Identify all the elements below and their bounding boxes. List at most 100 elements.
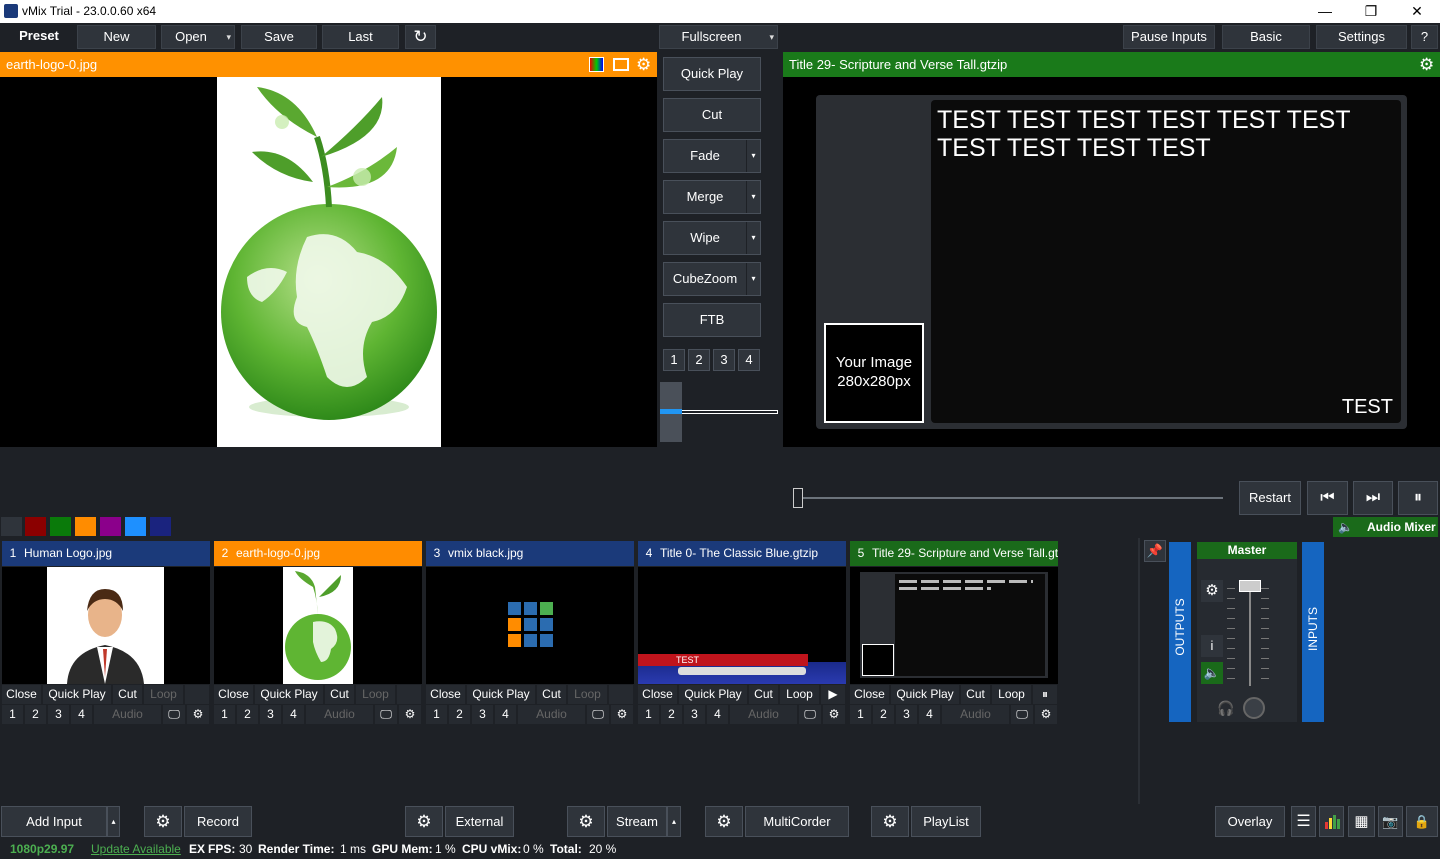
- info-button[interactable]: i: [1201, 635, 1223, 657]
- close-button[interactable]: Close: [214, 685, 254, 704]
- color-swatch[interactable]: [25, 517, 46, 536]
- gear-icon[interactable]: ⚙: [405, 806, 443, 837]
- overlay-4-button[interactable]: 4: [283, 705, 305, 724]
- chevron-down-icon[interactable]: ▾: [746, 263, 760, 295]
- master-fader-track[interactable]: [1249, 586, 1251, 686]
- stream-button[interactable]: Stream: [607, 806, 667, 837]
- input-preview[interactable]: [426, 567, 634, 684]
- add-input-button[interactable]: Add Input: [1, 806, 107, 837]
- next-icon[interactable]: ⏭: [1353, 481, 1393, 515]
- overlay-3-button[interactable]: 3: [896, 705, 918, 724]
- input-header[interactable]: 2 earth-logo-0.jpg: [214, 541, 422, 566]
- transition-3-button[interactable]: 3: [713, 349, 735, 371]
- cut-button[interactable]: Cut: [961, 685, 991, 704]
- overlay-2-button[interactable]: 2: [661, 705, 683, 724]
- snapshot-icon[interactable]: 📷: [1378, 806, 1403, 837]
- gear-icon[interactable]: ⚙: [871, 806, 909, 837]
- input-tile[interactable]: 3 vmix black.jpg Close Quick Play Cut Loo…: [426, 541, 634, 724]
- overlay-3-button[interactable]: 3: [260, 705, 282, 724]
- quick-play-button[interactable]: Quick Play: [255, 685, 324, 704]
- cut-button[interactable]: Cut: [663, 98, 761, 132]
- pin-icon[interactable]: 📌: [1144, 540, 1166, 562]
- pause-icon[interactable]: ⏸: [1398, 481, 1438, 515]
- transition-4-button[interactable]: 4: [738, 349, 760, 371]
- color-correction-icon[interactable]: [589, 57, 604, 72]
- window-icon[interactable]: [613, 58, 629, 71]
- fullscreen-button[interactable]: Fullscreen: [659, 25, 778, 49]
- headphones-icon[interactable]: 🎧: [1217, 700, 1234, 717]
- cut-button[interactable]: Cut: [537, 685, 567, 704]
- last-button[interactable]: Last: [322, 25, 399, 49]
- monitor-icon[interactable]: 🖵: [587, 705, 610, 724]
- seek-track[interactable]: [797, 497, 1223, 499]
- gear-icon[interactable]: ⚙: [636, 52, 651, 77]
- audio-button[interactable]: Audio: [518, 705, 586, 724]
- loop-button[interactable]: Loop: [356, 685, 396, 704]
- input-preview[interactable]: TEST: [638, 567, 846, 684]
- input-tile[interactable]: 4 Title 0- The Classic Blue.gtzip TEST Cl…: [638, 541, 846, 724]
- merge-button[interactable]: Merge ▾: [663, 180, 761, 214]
- loop-button[interactable]: Loop: [568, 685, 608, 704]
- overlay-3-button[interactable]: 3: [472, 705, 494, 724]
- quick-play-button[interactable]: Quick Play: [891, 685, 960, 704]
- seek-handle[interactable]: [793, 488, 803, 508]
- open-button[interactable]: Open: [161, 25, 235, 49]
- input-header[interactable]: 5 Title 29- Scripture and Verse Tall.gtzi…: [850, 541, 1058, 566]
- ftb-button[interactable]: FTB: [663, 303, 761, 337]
- basic-button[interactable]: Basic: [1222, 25, 1310, 49]
- preview-canvas[interactable]: [0, 77, 657, 447]
- input-header[interactable]: 4 Title 0- The Classic Blue.gtzip: [638, 541, 846, 566]
- gear-icon[interactable]: ⚙: [611, 705, 634, 724]
- quick-play-button[interactable]: Quick Play: [43, 685, 112, 704]
- record-button[interactable]: Record: [184, 806, 252, 837]
- cut-button[interactable]: Cut: [749, 685, 779, 704]
- color-swatch[interactable]: [100, 517, 121, 536]
- list-view-icon[interactable]: ☰: [1291, 806, 1316, 837]
- restore-button[interactable]: ❐: [1348, 0, 1394, 23]
- close-button[interactable]: Close: [638, 685, 678, 704]
- audio-button[interactable]: Audio: [730, 705, 798, 724]
- overlay-3-button[interactable]: 3: [48, 705, 70, 724]
- overlay-2-button[interactable]: 2: [237, 705, 259, 724]
- chevron-down-icon[interactable]: ▾: [746, 222, 760, 254]
- transition-2-button[interactable]: 2: [688, 349, 710, 371]
- quick-play-button[interactable]: Quick Play: [679, 685, 748, 704]
- chevron-down-icon[interactable]: ▾: [746, 140, 760, 172]
- monitor-icon[interactable]: 🖵: [375, 705, 398, 724]
- overlay-2-button[interactable]: 2: [873, 705, 895, 724]
- cut-button[interactable]: Cut: [325, 685, 355, 704]
- grid-view-icon[interactable]: ▦: [1348, 806, 1375, 837]
- audio-mixer-button[interactable]: 🔈 Audio Mixer: [1333, 517, 1438, 537]
- speaker-icon[interactable]: 🔈: [1201, 662, 1223, 684]
- color-swatch[interactable]: [50, 517, 71, 536]
- loop-button[interactable]: Loop: [144, 685, 184, 704]
- overlay-4-button[interactable]: 4: [495, 705, 517, 724]
- gear-icon[interactable]: ⚙: [144, 806, 182, 837]
- refresh-icon[interactable]: ↻: [405, 25, 436, 49]
- external-button[interactable]: External: [445, 806, 514, 837]
- help-button[interactable]: ?: [1411, 25, 1438, 49]
- pause-inputs-button[interactable]: Pause Inputs: [1123, 25, 1215, 49]
- overlay-button[interactable]: Overlay: [1215, 806, 1285, 837]
- lock-icon[interactable]: 🔒: [1406, 806, 1438, 837]
- input-preview[interactable]: [850, 567, 1058, 684]
- multicorder-button[interactable]: MultiCorder: [745, 806, 849, 837]
- new-button[interactable]: New: [77, 25, 156, 49]
- restart-button[interactable]: Restart: [1239, 481, 1301, 515]
- input-preview[interactable]: [214, 567, 422, 684]
- input-tile[interactable]: 5 Title 29- Scripture and Verse Tall.gtzi…: [850, 541, 1058, 724]
- quick-play-button[interactable]: Quick Play: [467, 685, 536, 704]
- gear-icon[interactable]: ⚙: [1201, 580, 1223, 602]
- gear-icon[interactable]: ⚙: [1035, 705, 1058, 724]
- color-swatch[interactable]: [75, 517, 96, 536]
- cut-button[interactable]: Cut: [113, 685, 143, 704]
- color-swatch[interactable]: [150, 517, 171, 536]
- preset-button[interactable]: Preset: [0, 25, 78, 49]
- overlay-1-button[interactable]: 1: [850, 705, 872, 724]
- tbar-handle[interactable]: [660, 382, 682, 442]
- add-input-dropdown-icon[interactable]: ▴: [107, 806, 120, 837]
- loop-button[interactable]: Loop: [780, 685, 820, 704]
- audio-button[interactable]: Audio: [94, 705, 162, 724]
- minimize-button[interactable]: —: [1302, 0, 1348, 23]
- close-button[interactable]: Close: [2, 685, 42, 704]
